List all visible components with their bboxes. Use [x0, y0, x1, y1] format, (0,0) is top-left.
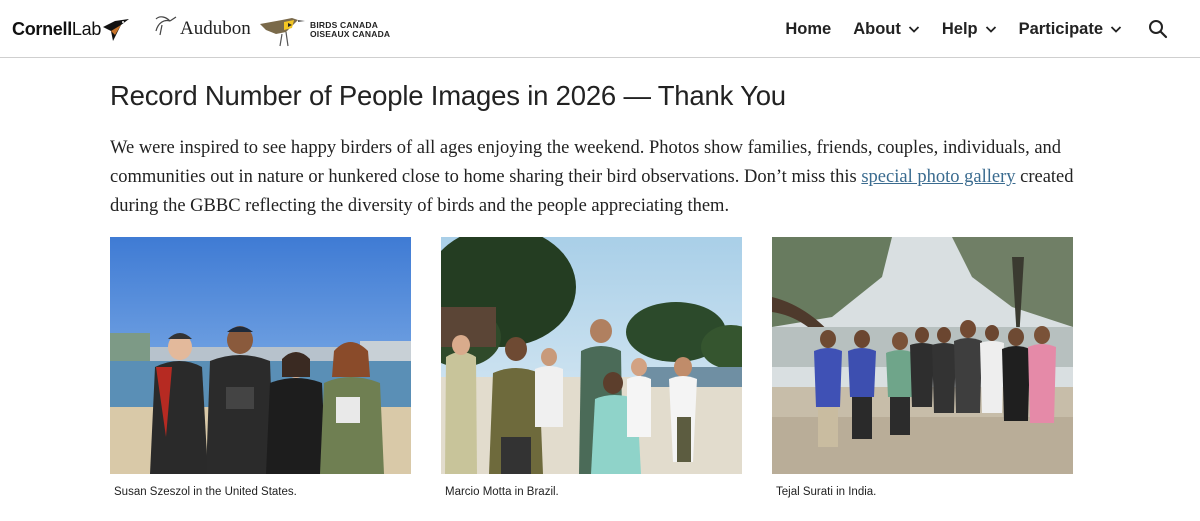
chevron-down-icon: [985, 26, 996, 33]
photo-caption: Tejal Surati in India.: [776, 486, 877, 498]
nav-help[interactable]: Help: [942, 20, 997, 39]
audubon-wordmark: Audubon: [180, 18, 251, 39]
photo-caption: Marcio Motta in Brazil.: [445, 486, 559, 498]
meadowlark-icon: [260, 18, 305, 47]
chevron-down-icon: [1110, 26, 1122, 33]
egret-icon: [155, 16, 177, 36]
photo-india[interactable]: [772, 237, 1073, 474]
intro-paragraph: We were inspired to see happy birders of…: [110, 138, 1074, 216]
photo-brazil[interactable]: [441, 237, 742, 474]
photo-caption: Susan Szeszol in the United States.: [114, 486, 297, 498]
special-photo-gallery-link[interactable]: special photo gallery: [861, 167, 1015, 187]
nav-home[interactable]: Home: [785, 20, 831, 39]
photo-united-states[interactable]: [110, 237, 411, 474]
audubon-logo[interactable]: Audubon: [150, 4, 251, 44]
nav-about[interactable]: About: [853, 20, 920, 39]
page-title: Record Number of People Images in 2026 —…: [110, 80, 786, 111]
cornell-lab-logo[interactable]: CornellLab: [12, 14, 131, 44]
main-nav: Home About Help Participate: [763, 0, 1168, 58]
birds-canada-logo[interactable]: BIRDS CANADA OISEAUX CANADA: [258, 10, 390, 50]
chevron-down-icon: [908, 26, 919, 33]
cornell-lab-wordmark: CornellLab: [12, 18, 102, 39]
search-icon[interactable]: [1148, 19, 1168, 39]
cornell-bird-icon: [103, 19, 130, 41]
site-header: CornellLab Audubon BIRDS CANADA OISEAUX …: [0, 0, 1200, 58]
nav-participate[interactable]: Participate: [1019, 20, 1122, 39]
birds-canada-wordmark: BIRDS CANADA OISEAUX CANADA: [310, 20, 391, 39]
